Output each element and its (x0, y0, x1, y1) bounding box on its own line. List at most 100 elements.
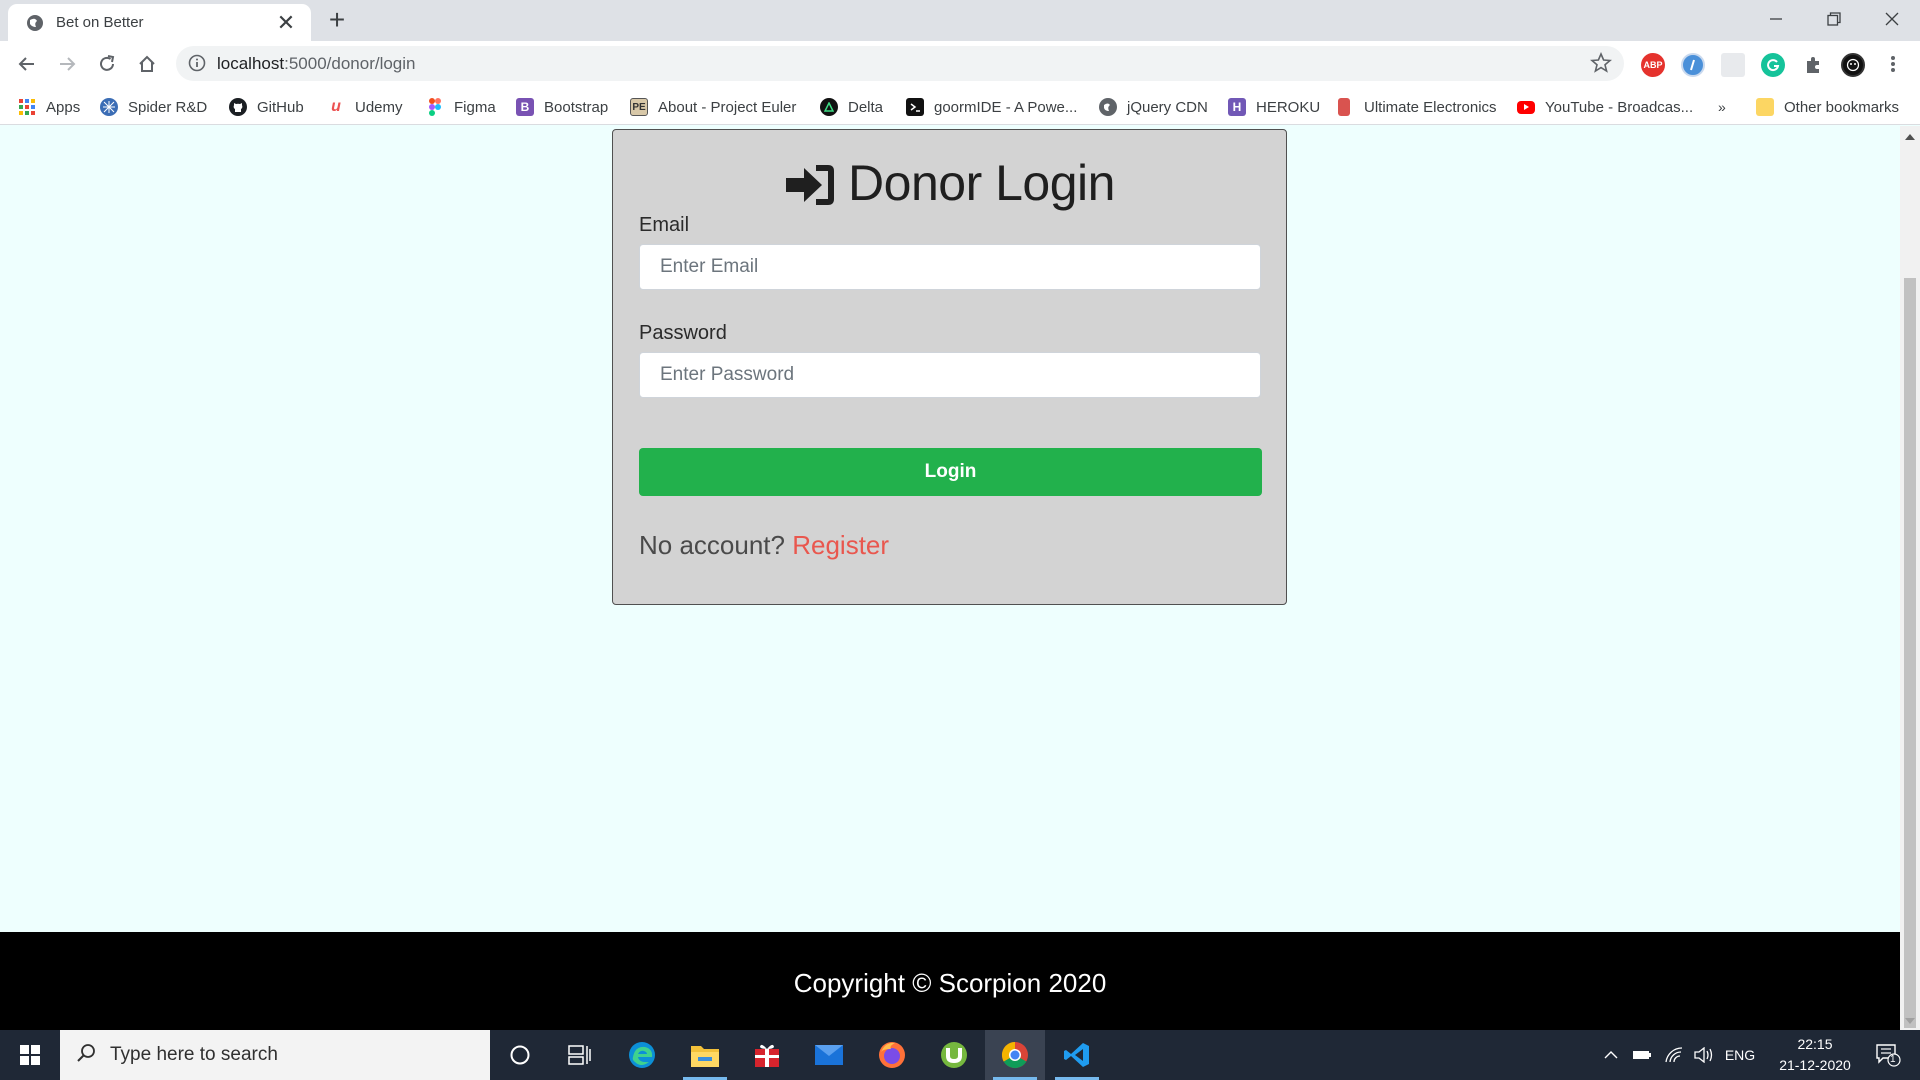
login-button[interactable]: Login (639, 448, 1262, 496)
battery-icon[interactable] (1628, 1030, 1656, 1080)
bookmark-bootstrap[interactable]: B Bootstrap (516, 96, 608, 118)
bookmark-label: YouTube - Broadcas... (1545, 98, 1694, 116)
sign-in-icon (784, 161, 836, 205)
bookmark-udemy[interactable]: u Udemy (327, 96, 403, 118)
search-placeholder: Type here to search (110, 1044, 278, 1065)
url-text: localhost:5000/donor/login (217, 54, 416, 74)
vscode-icon[interactable] (1047, 1030, 1107, 1080)
clock-time: 22:15 (1797, 1036, 1833, 1052)
bookmark-project-euler[interactable]: PE About - Project Euler (630, 96, 796, 118)
utorrent-icon[interactable] (924, 1030, 984, 1080)
taskbar-search-input[interactable]: Type here to search (60, 1030, 490, 1080)
mail-icon[interactable] (799, 1030, 859, 1080)
bookmark-spider[interactable]: Spider R&D (100, 96, 207, 118)
browser-toolbar: localhost:5000/donor/login ABP (0, 41, 1920, 87)
gift-app-icon[interactable] (737, 1030, 797, 1080)
login-card: Donor Login Email Password Login No acco… (612, 129, 1287, 605)
bookmark-other[interactable]: Other bookmarks (1756, 96, 1899, 118)
email-field[interactable] (639, 244, 1261, 290)
profile-avatar-icon[interactable] (1841, 53, 1865, 77)
bookmark-label: About - Project Euler (658, 98, 797, 116)
bookmark-goormide[interactable]: goormIDE - A Powe... (906, 96, 1077, 118)
file-explorer-icon[interactable] (675, 1030, 735, 1080)
bookmark-jquery-cdn[interactable]: jQuery CDN (1099, 96, 1208, 118)
bookmark-label: Bootstrap (544, 98, 609, 116)
bookmark-github[interactable]: GitHub (229, 96, 304, 118)
bookmark-apps[interactable]: Apps (18, 96, 80, 118)
minimize-window-icon[interactable] (1748, 0, 1804, 38)
heroku-icon: H (1228, 98, 1246, 116)
address-bar[interactable]: localhost:5000/donor/login (176, 46, 1624, 81)
action-center-icon[interactable]: 1 (1868, 1030, 1908, 1080)
project-euler-icon: PE (630, 98, 648, 116)
wifi-icon[interactable] (1660, 1030, 1688, 1080)
bookmark-heroku[interactable]: H HEROKU (1228, 96, 1320, 118)
globe-favicon-icon (26, 14, 44, 32)
bookmark-label: Udemy (355, 98, 403, 116)
extensions-puzzle-icon[interactable] (1801, 53, 1825, 77)
site-info-icon[interactable] (188, 54, 206, 72)
input-language-indicator[interactable]: ENG (1722, 1030, 1758, 1080)
apps-grid-icon (18, 98, 36, 116)
scroll-up-icon[interactable] (1905, 134, 1915, 140)
windows-start-icon[interactable] (0, 1030, 60, 1080)
disconnect-extension-icon[interactable] (1681, 53, 1705, 77)
page-scrollbar[interactable] (1900, 126, 1920, 1030)
task-view-icon[interactable] (550, 1030, 610, 1080)
bookmark-label: Spider R&D (128, 98, 208, 116)
copyright-text: Copyright © Scorpion 2020 (793, 968, 1107, 998)
close-window-icon[interactable] (1864, 0, 1920, 38)
bookmark-figma[interactable]: Figma (426, 96, 496, 118)
globe-icon (1099, 98, 1117, 116)
register-link[interactable]: Register (792, 530, 889, 560)
bookmark-delta[interactable]: Delta (820, 96, 883, 118)
tab-close-icon[interactable]: ✕ (275, 11, 297, 34)
tab-title: Bet on Better (56, 14, 144, 31)
adblock-plus-icon[interactable]: ABP (1641, 53, 1665, 77)
browser-tab[interactable]: Bet on Better ✕ (8, 4, 311, 41)
scrollbar-thumb[interactable] (1904, 278, 1916, 1028)
edge-browser-icon[interactable] (612, 1030, 672, 1080)
grammarly-icon[interactable] (1761, 53, 1785, 77)
bookmark-ultimate-electronics[interactable]: Ultimate Electronics (1338, 96, 1497, 118)
page-title-text: Donor Login (848, 155, 1115, 211)
bootstrap-icon: B (516, 98, 534, 116)
bookmark-star-icon[interactable] (1590, 51, 1612, 74)
bookmarks-bar: Apps Spider R&D GitHub u Udemy Figma B B… (0, 87, 1920, 125)
volume-icon[interactable] (1690, 1030, 1718, 1080)
blank-extension-icon[interactable] (1721, 53, 1745, 77)
system-clock[interactable]: 22:15 21-12-2020 (1760, 1034, 1870, 1076)
no-account-text: No account? (639, 530, 785, 560)
restore-window-icon[interactable] (1806, 0, 1862, 38)
bookmark-label: HEROKU (1256, 98, 1321, 116)
password-field[interactable] (639, 352, 1261, 398)
bookmark-label: Ultimate Electronics (1364, 98, 1497, 116)
figma-icon (426, 98, 444, 116)
browser-menu-icon[interactable] (1878, 49, 1908, 79)
cortana-icon[interactable] (490, 1030, 550, 1080)
chrome-icon[interactable] (985, 1030, 1045, 1080)
page-content: Donor Login Email Password Login No acco… (0, 126, 1900, 932)
back-arrow-icon[interactable] (12, 49, 42, 79)
github-icon (229, 98, 247, 116)
notification-count: 1 (1890, 1054, 1896, 1065)
bookmark-label: GitHub (257, 98, 304, 116)
bookmark-label: Apps (46, 98, 81, 116)
spider-icon (100, 98, 118, 116)
show-hidden-icons-icon[interactable] (1598, 1030, 1624, 1080)
firefox-icon[interactable] (862, 1030, 922, 1080)
scroll-down-icon[interactable] (1905, 1018, 1915, 1024)
no-account-prompt: No account? Register (639, 530, 889, 561)
reload-icon[interactable] (92, 49, 122, 79)
bookmark-youtube[interactable]: YouTube - Broadcas... (1517, 96, 1693, 118)
udemy-icon: u (331, 98, 341, 115)
bookmarks-overflow-button[interactable]: » (1718, 96, 1726, 118)
search-icon (76, 1043, 96, 1068)
forward-arrow-icon[interactable] (52, 49, 82, 79)
home-icon[interactable] (132, 49, 162, 79)
url-path: :5000/donor/login (284, 54, 416, 73)
bookmark-label: Delta (848, 98, 884, 116)
browser-tab-strip: Bet on Better ✕ + (0, 0, 1920, 41)
new-tab-button[interactable]: + (323, 6, 351, 34)
book-icon (1338, 98, 1350, 116)
